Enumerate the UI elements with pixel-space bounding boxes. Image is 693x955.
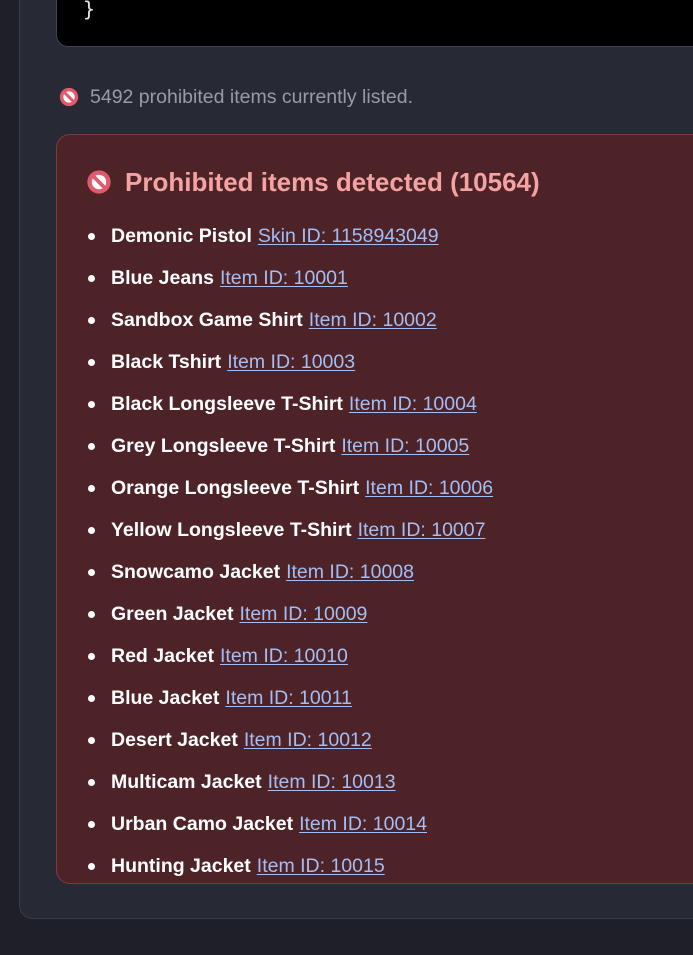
list-item: Yellow Longsleeve T-Shirt Item ID: 10007 (57, 509, 693, 551)
list-item: Blue Jacket Item ID: 10011 (57, 677, 693, 719)
list-item: Black Longsleeve T-Shirt Item ID: 10004 (57, 383, 693, 425)
list-item: Black Tshirt Item ID: 10003 (57, 341, 693, 383)
item-name: Grey Longsleeve T-Shirt (111, 434, 336, 457)
list-item: Grey Longsleeve T-Shirt Item ID: 10005 (57, 425, 693, 467)
prohibited-icon (87, 170, 111, 194)
item-id-link[interactable]: Item ID: 10007 (358, 519, 486, 542)
item-id-link[interactable]: Item ID: 10012 (244, 729, 372, 752)
alert-title: Prohibited items detected (10564) (125, 166, 540, 197)
item-name: Black Longsleeve T-Shirt (111, 392, 343, 415)
item-id-link[interactable]: Item ID: 10002 (309, 309, 437, 332)
item-name: Blue Jeans (111, 266, 214, 289)
item-name: Yellow Longsleeve T-Shirt (111, 518, 352, 541)
item-id-link[interactable]: Item ID: 10009 (240, 603, 368, 626)
code-block: } (56, 0, 693, 47)
list-bullet (88, 779, 95, 786)
notice-text: 5492 prohibited items currently listed. (90, 85, 413, 108)
item-name: Desert Jacket (111, 728, 238, 751)
list-bullet (88, 233, 95, 240)
list-item: Green Jacket Item ID: 10009 (57, 593, 693, 635)
item-id-link[interactable]: Item ID: 10013 (268, 771, 396, 794)
list-item: Snowcamo Jacket Item ID: 10008 (57, 551, 693, 593)
list-bullet (88, 653, 95, 660)
prohibited-items-alert: Prohibited items detected (10564) Demoni… (56, 134, 693, 884)
list-bullet (88, 863, 95, 870)
list-item: Orange Longsleeve T-Shirt Item ID: 10006 (57, 467, 693, 509)
item-id-link[interactable]: Item ID: 10003 (227, 351, 355, 374)
list-bullet (88, 821, 95, 828)
item-name: Red Jacket (111, 644, 214, 667)
list-bullet (88, 401, 95, 408)
item-name: Multicam Jacket (111, 770, 262, 793)
list-item: Sandbox Game Shirt Item ID: 10002 (57, 299, 693, 341)
list-bullet (88, 275, 95, 282)
item-name: Demonic Pistol (111, 224, 252, 247)
item-id-link[interactable]: Item ID: 10015 (257, 855, 385, 878)
list-item: Blue Jeans Item ID: 10001 (57, 257, 693, 299)
list-bullet (88, 443, 95, 450)
list-item: Desert Jacket Item ID: 10012 (57, 719, 693, 761)
item-id-link[interactable]: Item ID: 10001 (220, 267, 348, 290)
list-item: Hunting Jacket Item ID: 10015 (57, 845, 693, 883)
list-bullet (88, 485, 95, 492)
list-item: Red Jacket Item ID: 10010 (57, 635, 693, 677)
item-id-link[interactable]: Item ID: 10010 (220, 645, 348, 668)
item-id-link[interactable]: Item ID: 10014 (299, 813, 427, 836)
item-id-link[interactable]: Skin ID: 1158943049 (258, 225, 439, 248)
item-name: Blue Jacket (111, 686, 220, 709)
list-bullet (88, 737, 95, 744)
item-id-link[interactable]: Item ID: 10004 (349, 393, 477, 416)
list-bullet (88, 527, 95, 534)
item-name: Urban Camo Jacket (111, 812, 294, 835)
item-id-link[interactable]: Item ID: 10008 (286, 561, 414, 584)
alert-header: Prohibited items detected (10564) (85, 165, 540, 199)
list-item: Demonic Pistol Skin ID: 1158943049 (57, 215, 693, 257)
prohibited-icon (59, 87, 79, 107)
list-bullet (88, 695, 95, 702)
prohibited-count-notice: 5492 prohibited items currently listed. (58, 84, 413, 110)
item-name: Hunting Jacket (111, 854, 251, 877)
item-name: Green Jacket (111, 602, 234, 625)
prohibited-items-list: Demonic Pistol Skin ID: 1158943049 Blue Je… (57, 215, 693, 883)
list-bullet (88, 359, 95, 366)
item-name: Snowcamo Jacket (111, 560, 281, 583)
list-item: Urban Camo Jacket Item ID: 10014 (57, 803, 693, 845)
page: } 5492 prohibited items currently listed… (0, 0, 693, 955)
item-name: Black Tshirt (111, 350, 222, 373)
code-closing-brace: } (83, 0, 96, 21)
item-name: Sandbox Game Shirt (111, 308, 303, 331)
list-bullet (88, 611, 95, 618)
item-id-link[interactable]: Item ID: 10006 (365, 477, 493, 500)
item-id-link[interactable]: Item ID: 10005 (341, 435, 469, 458)
item-name: Orange Longsleeve T-Shirt (111, 476, 360, 499)
list-bullet (88, 569, 95, 576)
list-item: Multicam Jacket Item ID: 10013 (57, 761, 693, 803)
list-bullet (88, 317, 95, 324)
item-id-link[interactable]: Item ID: 10011 (225, 687, 351, 710)
